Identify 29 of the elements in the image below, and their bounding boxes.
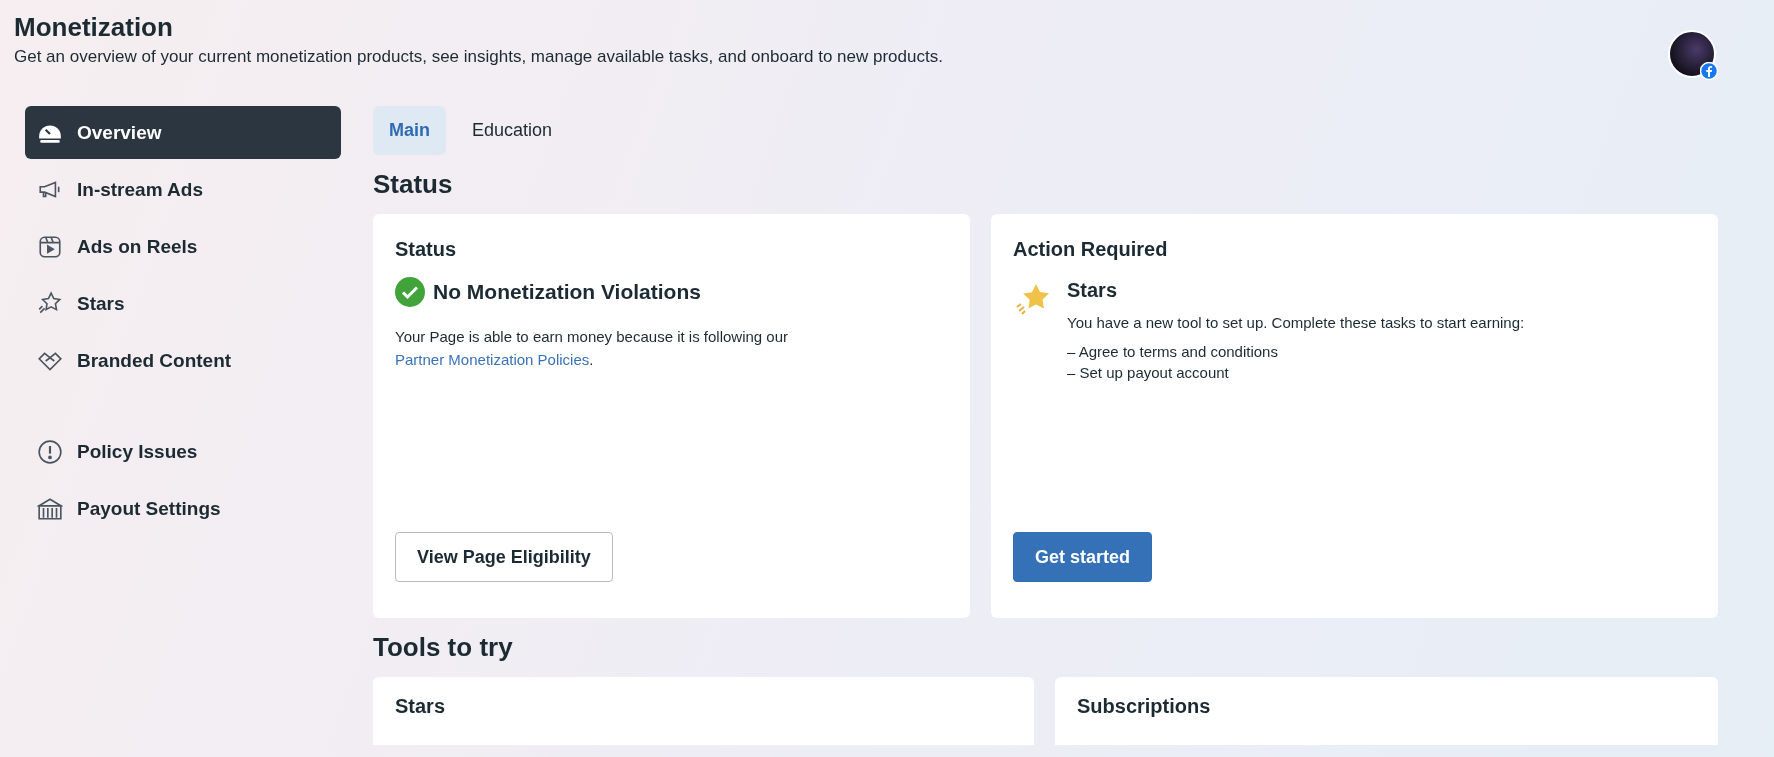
tab[interactable]: Main: [373, 106, 446, 155]
product-name: Stars: [1067, 279, 1119, 302]
sidebar-item[interactable]: In-stream Ads: [25, 163, 341, 216]
sidebar-item[interactable]: Branded Content: [25, 334, 341, 387]
action-description: You have a new tool to set up. Complete these tasks to start earning:: [1067, 314, 1525, 331]
sidebar-item[interactable]: Payout Settings: [25, 482, 341, 535]
view-eligibility-button[interactable]: View Page Eligibility: [395, 532, 613, 582]
task-item: – Agree to terms and conditions: [1067, 343, 1279, 360]
alert-icon: [37, 438, 63, 465]
page-subtitle: Get an overview of your current monetization products, see insights, manage available tasks, and onboard to new products.: [14, 47, 943, 67]
check-icon: [395, 277, 425, 307]
get-started-button[interactable]: Get started: [1013, 532, 1153, 582]
card-title: Status: [395, 238, 458, 261]
sidebar-item[interactable]: Ads on Reels: [25, 220, 341, 273]
status-headline: No Monetization Violations: [433, 280, 701, 304]
task-item: – Set up payout account: [1067, 364, 1230, 381]
sidebar-item[interactable]: Policy Issues: [25, 425, 341, 478]
status-description: Your Page is able to earn money because it is following our Partner Monetization Policies.: [395, 327, 790, 370]
card-title: Action Required: [1013, 238, 1169, 261]
sidebar-item[interactable]: Overview: [25, 106, 341, 159]
video-icon: [37, 233, 63, 260]
profile-avatar[interactable]: [1668, 30, 1716, 78]
sidebar-item[interactable]: Stars: [25, 277, 341, 330]
card-title: Stars: [395, 695, 447, 718]
card-title: Subscriptions: [1077, 695, 1212, 718]
section-heading: Status: [373, 169, 454, 200]
tab[interactable]: Education: [456, 106, 569, 155]
page-title: Monetization: [14, 12, 174, 43]
section-heading: Tools to try: [373, 632, 514, 663]
